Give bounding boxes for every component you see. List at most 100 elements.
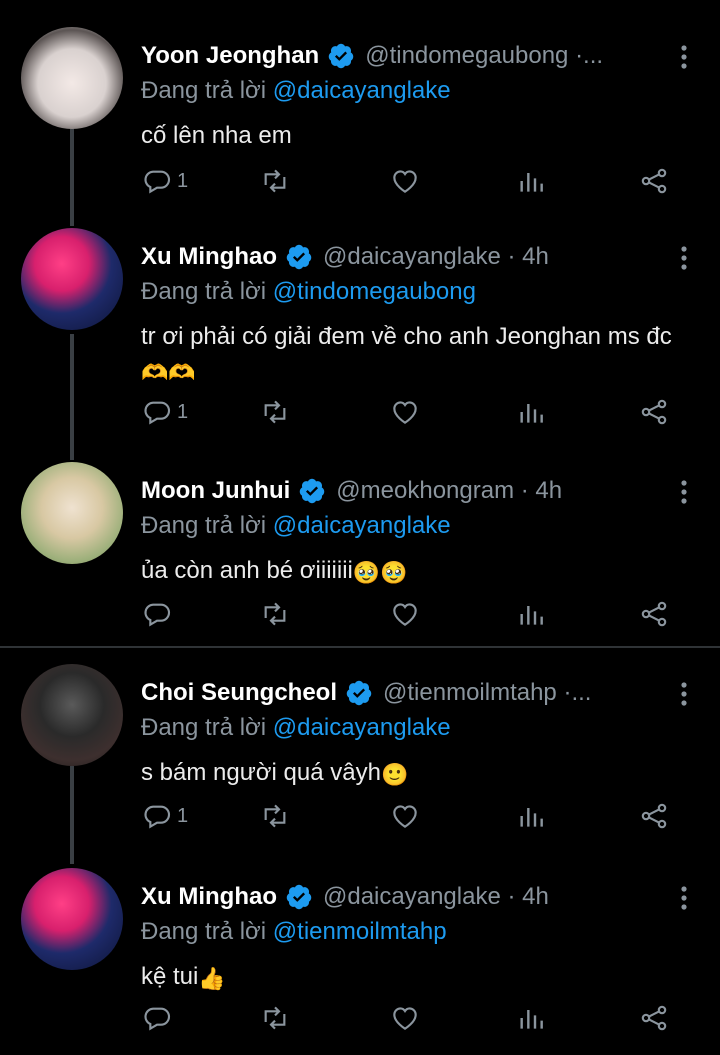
tweet[interactable]: Xu Minghao @daicayanglake · 4h Đang trả … <box>0 228 720 458</box>
retweet-icon <box>264 1006 286 1030</box>
tweet[interactable]: Xu Minghao @daicayanglake · 4h Đang trả … <box>0 868 720 1048</box>
mention-link[interactable]: @tienmoilmtahp <box>273 918 447 945</box>
tweet-actions <box>141 998 681 1038</box>
avatar[interactable] <box>21 228 123 330</box>
like-button[interactable] <box>389 392 421 432</box>
like-button[interactable] <box>389 594 421 634</box>
tweet-text-content: ủa còn anh bé ơiiiiiii <box>141 557 353 584</box>
retweet-button[interactable] <box>259 796 291 836</box>
share-button[interactable] <box>638 392 670 432</box>
replying-label: Đang trả lời <box>141 918 267 945</box>
retweet-button[interactable] <box>259 161 291 201</box>
tweet-text-content: s bám người quá vâyh <box>141 759 381 786</box>
replying-to: Đang trả lời @tienmoilmtahp <box>141 918 447 946</box>
author-handle[interactable]: @tindomegaubong ·... <box>365 42 603 70</box>
reply-icon <box>144 401 170 425</box>
reply-button[interactable]: 1 <box>141 392 188 432</box>
tweet-text: cố lên nha em <box>141 119 701 153</box>
share-icon <box>641 399 667 425</box>
mention-link[interactable]: @daicayanglake <box>273 714 451 741</box>
share-button[interactable] <box>638 998 670 1038</box>
like-button[interactable] <box>389 161 421 201</box>
avatar[interactable] <box>21 462 123 564</box>
replying-label: Đang trả lời <box>141 714 267 741</box>
retweet-icon <box>264 602 286 626</box>
share-icon <box>641 803 667 829</box>
tweet-text: ủa còn anh bé ơiiiiiii🥹🥹 <box>141 554 701 590</box>
reply-button[interactable]: 1 <box>141 161 188 201</box>
views-button[interactable] <box>515 392 547 432</box>
replying-label: Đang trả lời <box>141 512 267 539</box>
replying-to: Đang trả lời @daicayanglake <box>141 714 451 742</box>
replying-to: Đang trả lời @tindomegaubong <box>141 278 476 306</box>
tweet[interactable]: Yoon Jeonghan @tindomegaubong ·... Đang … <box>0 27 720 227</box>
author-name[interactable]: Xu Minghao <box>141 883 277 911</box>
views-icon <box>520 1010 543 1029</box>
tweet-text-content: cố lên nha em <box>141 122 292 149</box>
views-button[interactable] <box>515 998 547 1038</box>
tweet-text: kệ tui👍 <box>141 960 701 996</box>
retweet-button[interactable] <box>259 594 291 634</box>
like-icon <box>393 401 417 424</box>
mention-link[interactable]: @daicayanglake <box>273 77 451 104</box>
share-button[interactable] <box>638 161 670 201</box>
more-options-icon[interactable] <box>674 43 694 71</box>
author-handle[interactable]: @meokhongram · 4h <box>336 477 562 505</box>
author-handle[interactable]: @daicayanglake · 4h <box>323 243 549 271</box>
retweet-button[interactable] <box>259 392 291 432</box>
share-button[interactable] <box>638 796 670 836</box>
more-options-icon[interactable] <box>674 680 694 708</box>
views-button[interactable] <box>515 594 547 634</box>
author-name[interactable]: Xu Minghao <box>141 243 277 271</box>
author-name[interactable]: Moon Junhui <box>141 477 290 505</box>
views-icon <box>520 404 543 423</box>
views-button[interactable] <box>515 161 547 201</box>
author-name[interactable]: Choi Seungcheol <box>141 679 337 707</box>
tweet-actions: 1 <box>141 796 681 836</box>
retweet-icon <box>264 400 286 424</box>
reply-icon <box>144 1007 170 1031</box>
like-button[interactable] <box>389 796 421 836</box>
reply-icon <box>144 170 170 194</box>
reply-button[interactable] <box>141 594 177 634</box>
avatar[interactable] <box>21 664 123 766</box>
verified-badge-icon <box>286 244 312 270</box>
like-icon <box>393 170 417 193</box>
retweet-button[interactable] <box>259 998 291 1038</box>
more-options-icon[interactable] <box>674 884 694 912</box>
mention-link[interactable]: @tindomegaubong <box>273 278 476 305</box>
avatar[interactable] <box>21 27 123 129</box>
like-button[interactable] <box>389 998 421 1038</box>
tweet-emoji: 👍 <box>198 966 226 991</box>
tweet-text: tr ơi phải có giải đem về cho anh Jeongh… <box>141 320 701 390</box>
author-handle[interactable]: @tienmoilmtahp ·... <box>383 679 591 707</box>
mention-link[interactable]: @daicayanglake <box>273 512 451 539</box>
reply-count: 1 <box>177 169 189 192</box>
views-button[interactable] <box>515 796 547 836</box>
verified-badge-icon <box>346 680 372 706</box>
more-options-icon[interactable] <box>674 478 694 506</box>
reply-icon <box>144 603 170 627</box>
replying-to: Đang trả lời @daicayanglake <box>141 512 451 540</box>
retweet-icon <box>264 804 286 828</box>
avatar[interactable] <box>21 868 123 970</box>
like-icon <box>393 1007 417 1030</box>
replying-to: Đang trả lời @daicayanglake <box>141 77 451 105</box>
retweet-icon <box>264 169 286 193</box>
like-icon <box>393 603 417 626</box>
tweet-emoji: 🥹🥹 <box>352 560 408 585</box>
reply-icon <box>144 805 170 829</box>
more-options-icon[interactable] <box>674 244 694 272</box>
share-icon <box>641 1005 667 1031</box>
views-icon <box>520 173 543 192</box>
tweet[interactable]: Choi Seungcheol @tienmoilmtahp ·... Đang… <box>0 664 720 864</box>
tweet[interactable]: Moon Junhui @meokhongram · 4h Đang trả l… <box>0 462 720 642</box>
author-handle[interactable]: @daicayanglake · 4h <box>323 883 549 911</box>
reply-button[interactable] <box>141 998 177 1038</box>
tweet-actions <box>141 594 681 634</box>
author-name[interactable]: Yoon Jeonghan <box>141 42 319 70</box>
reply-button[interactable]: 1 <box>141 796 188 836</box>
share-button[interactable] <box>638 594 670 634</box>
reply-count: 1 <box>177 804 189 827</box>
tweet-emoji: 🫶🫶 <box>141 360 196 385</box>
